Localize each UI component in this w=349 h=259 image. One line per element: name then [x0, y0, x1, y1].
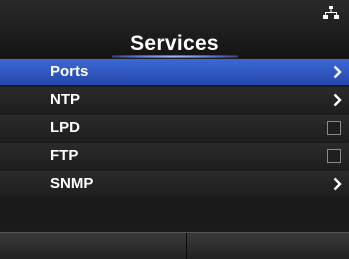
menu-item-ntp[interactable]: NTP	[0, 87, 349, 113]
softkey-bar	[0, 232, 349, 259]
chevron-right-icon	[333, 65, 342, 79]
network-icon	[323, 6, 339, 19]
menu-list: Ports NTP LPD FTP SNMP	[0, 59, 349, 199]
menu-item-label: NTP	[50, 91, 80, 108]
menu-item-label: LPD	[50, 119, 80, 136]
lpd-checkbox[interactable]	[327, 121, 341, 135]
chevron-right-icon	[333, 177, 342, 191]
printer-screen: Services Ports NTP LPD FTP SNMP	[0, 0, 349, 259]
menu-item-label: SNMP	[50, 175, 94, 192]
softkey-right-button[interactable]	[187, 233, 349, 259]
menu-item-label: FTP	[50, 147, 79, 164]
menu-item-lpd[interactable]: LPD	[0, 115, 349, 141]
menu-item-ports[interactable]: Ports	[0, 59, 349, 85]
menu-item-ftp[interactable]: FTP	[0, 143, 349, 169]
menu-item-label: Ports	[50, 63, 89, 80]
empty-row	[0, 199, 349, 228]
page-title: Services	[130, 32, 219, 55]
menu-item-snmp[interactable]: SNMP	[0, 171, 349, 197]
chevron-right-icon	[333, 93, 342, 107]
title-underline	[112, 55, 238, 58]
ftp-checkbox[interactable]	[327, 149, 341, 163]
header-bar: Services	[0, 0, 349, 58]
softkey-left-button[interactable]	[0, 233, 186, 259]
